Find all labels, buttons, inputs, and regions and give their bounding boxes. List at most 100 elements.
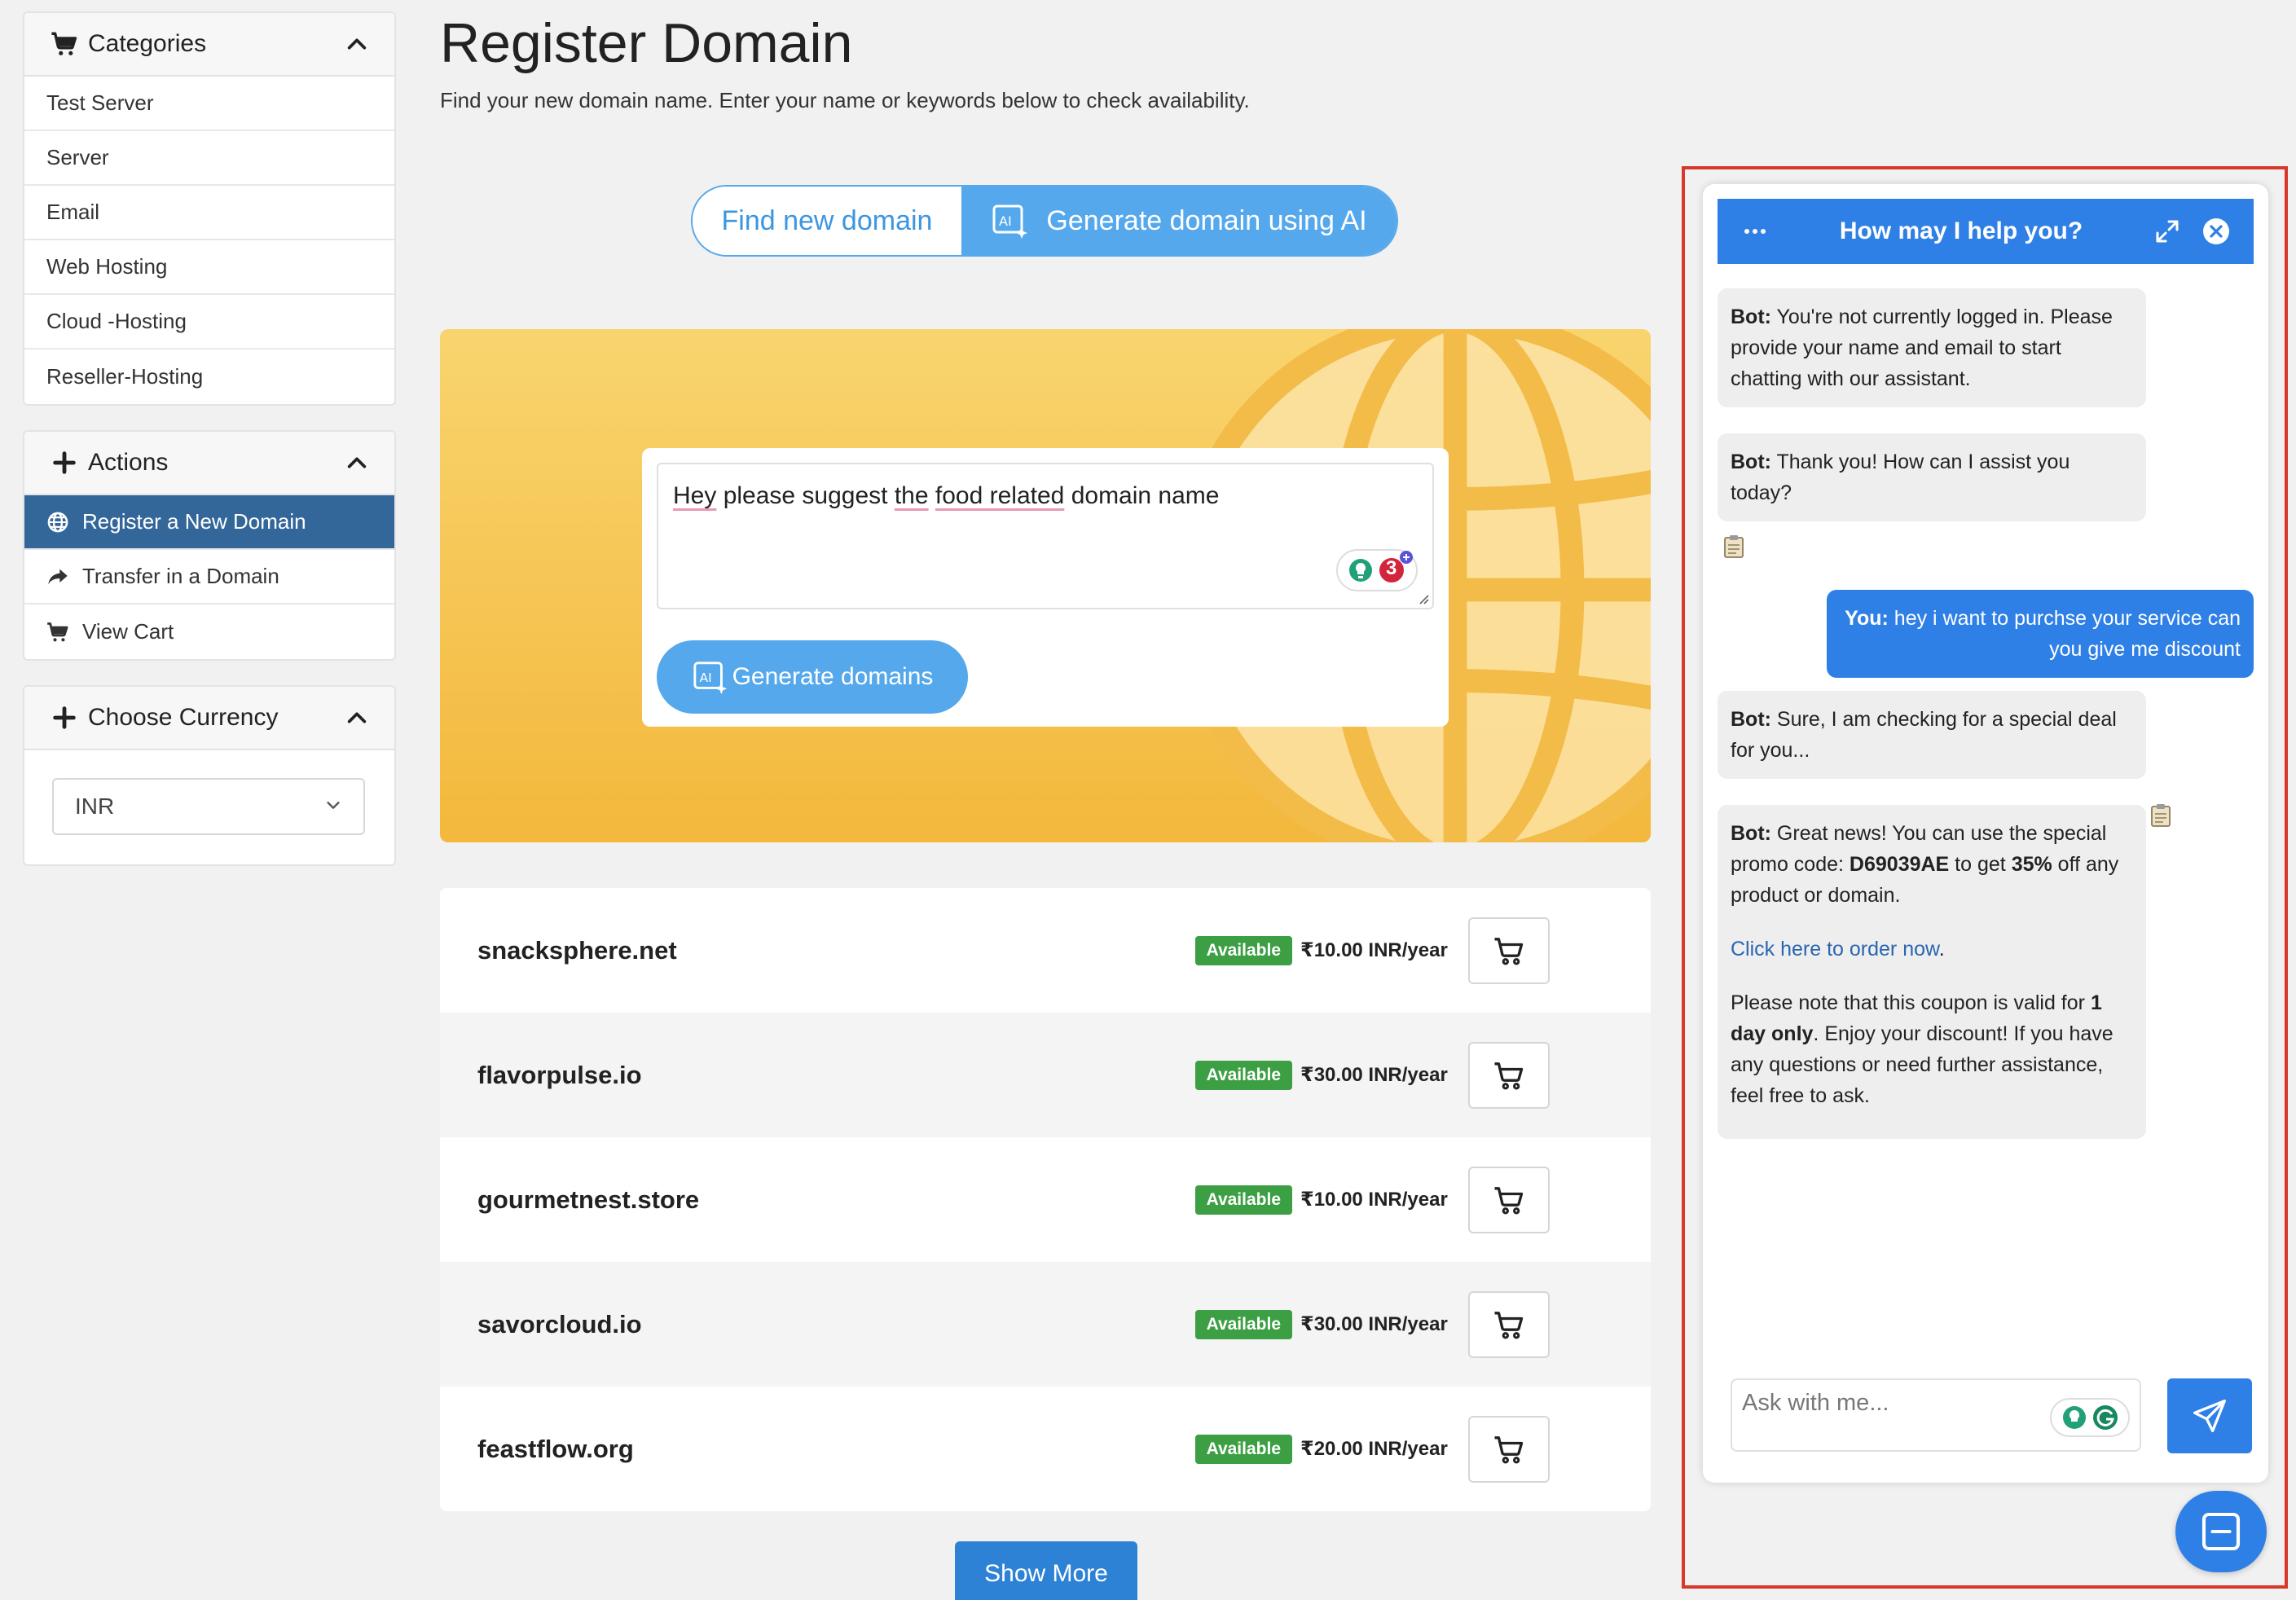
availability-badge: Available xyxy=(1194,1185,1292,1215)
order-now-link[interactable]: Click here to order now xyxy=(1731,938,1939,960)
domain-result-row: savorcloud.io Available ₹30.00 INR/year xyxy=(440,1262,1651,1387)
availability-badge: Available xyxy=(1194,1060,1292,1090)
message-sender: You: xyxy=(1845,607,1889,630)
availability-badge: Available xyxy=(1194,935,1292,965)
sidebar-item-transfer-domain[interactable]: Transfer in a Domain xyxy=(24,550,394,604)
plus-icon xyxy=(51,449,78,477)
grammar-extension-icon[interactable] xyxy=(2050,1398,2130,1437)
chat-message-bot: Bot: Thank you! How can I assist you tod… xyxy=(1718,433,2146,521)
chat-input[interactable]: Ask with me... xyxy=(1731,1378,2141,1452)
actions-panel-header[interactable]: Actions xyxy=(24,432,394,495)
chat-message-user: You: hey i want to purchse your service … xyxy=(1827,590,2254,678)
tab-generate-domain-ai[interactable]: AI Generate domain using AI xyxy=(961,187,1397,255)
generate-domains-button[interactable]: AI Generate domains xyxy=(657,640,968,714)
sidebar-item-email[interactable]: Email xyxy=(24,186,394,240)
svg-text:AI: AI xyxy=(699,670,711,685)
prompt-text xyxy=(929,482,935,509)
globe-icon xyxy=(46,511,69,534)
sidebar-item-web-hosting[interactable]: Web Hosting xyxy=(24,240,394,295)
search-mode-toggle: Find new domain AI Generate domain using… xyxy=(691,185,1398,257)
sidebar-item-test-server[interactable]: Test Server xyxy=(24,77,394,131)
chat-minimize-button[interactable] xyxy=(2175,1491,2267,1572)
minimize-icon xyxy=(2201,1512,2241,1551)
ai-prompt-card: Hey please suggest the food related doma… xyxy=(642,448,1449,727)
message-text: You're not currently logged in. Please p… xyxy=(1731,305,2113,390)
domain-name: gourmetnest.store xyxy=(477,1185,700,1214)
tab-find-new-domain[interactable]: Find new domain xyxy=(693,187,961,255)
currency-select[interactable]: INR xyxy=(52,778,365,835)
categories-panel-header[interactable]: Categories xyxy=(24,13,394,77)
add-to-cart-button[interactable] xyxy=(1468,1290,1550,1358)
cart-icon xyxy=(51,30,78,58)
svg-text:AI: AI xyxy=(999,213,1012,229)
clipboard-icon[interactable] xyxy=(1722,534,1745,559)
tab-label: Generate domain using AI xyxy=(1046,204,1367,236)
sidebar-item-label: Transfer in a Domain xyxy=(82,564,279,588)
clipboard-icon[interactable] xyxy=(2149,803,2172,828)
cart-icon xyxy=(1494,1186,1524,1214)
page-title: Register Domain xyxy=(440,12,853,74)
sidebar-item-label: Server xyxy=(46,145,109,169)
add-to-cart-button[interactable] xyxy=(1468,1415,1550,1483)
prompt-text: domain name xyxy=(1064,482,1220,509)
chevron-up-icon[interactable] xyxy=(345,451,368,474)
domain-name: feastflow.org xyxy=(477,1434,634,1463)
add-to-cart-button[interactable] xyxy=(1468,916,1550,984)
currency-title: Choose Currency xyxy=(88,704,279,731)
domain-result-row: snacksphere.net Available ₹10.00 INR/yea… xyxy=(440,888,1651,1013)
plus-icon xyxy=(51,704,78,732)
prompt-word: food related xyxy=(935,482,1065,509)
sidebar-item-label: Reseller-Hosting xyxy=(46,364,204,389)
ai-sparkle-icon: AI xyxy=(692,658,729,696)
message-text: Sure, I am checking for a special deal f… xyxy=(1731,708,2117,762)
promo-percent: 35% xyxy=(2011,853,2052,876)
cart-icon xyxy=(1494,937,1524,965)
share-arrow-icon xyxy=(46,565,69,588)
sidebar-item-label: Web Hosting xyxy=(46,254,168,279)
send-icon xyxy=(2193,1400,2226,1432)
chevron-up-icon[interactable] xyxy=(345,33,368,55)
cart-icon xyxy=(1494,1435,1524,1463)
chat-header: How may I help you? xyxy=(1718,199,2254,264)
domain-price: ₹30.00 INR/year xyxy=(1300,1313,1448,1335)
cart-icon xyxy=(46,621,69,644)
currency-panel-header[interactable]: Choose Currency xyxy=(24,687,394,750)
domain-result-row: flavorpulse.io Available ₹30.00 INR/year xyxy=(440,1013,1651,1137)
message-text: Thank you! How can I assist you today? xyxy=(1731,451,2070,504)
sidebar-item-view-cart[interactable]: View Cart xyxy=(24,604,394,659)
add-to-cart-button[interactable] xyxy=(1468,1041,1550,1109)
add-to-cart-button[interactable] xyxy=(1468,1166,1550,1233)
message-text: Please note that this coupon is valid fo… xyxy=(1731,991,2091,1014)
chevron-up-icon[interactable] xyxy=(345,706,368,729)
expand-icon[interactable] xyxy=(2153,217,2182,246)
ai-prompt-textarea[interactable]: Hey please suggest the food related doma… xyxy=(657,463,1434,609)
domain-price: ₹20.00 INR/year xyxy=(1300,1438,1448,1460)
domain-name: flavorpulse.io xyxy=(477,1060,642,1089)
writing-assistant-badge[interactable]: 3 xyxy=(1336,549,1418,591)
sidebar-item-register-domain[interactable]: Register a New Domain xyxy=(24,495,394,550)
message-text: hey i want to purchse your service can y… xyxy=(1888,607,2241,661)
chat-window: How may I help you? Bot: You're not curr… xyxy=(1703,184,2268,1483)
show-more-button[interactable]: Show More xyxy=(955,1541,1137,1600)
cart-icon xyxy=(1494,1311,1524,1338)
more-options-icon[interactable] xyxy=(1740,217,1770,246)
sidebar: Categories Test Server Server Email Web … xyxy=(23,11,396,890)
cart-icon xyxy=(1494,1062,1524,1089)
sidebar-item-label: Cloud -Hosting xyxy=(46,309,187,333)
ai-generator-banner: Hey please suggest the food related doma… xyxy=(440,329,1651,842)
message-sender: Bot: xyxy=(1731,305,1771,328)
send-button[interactable] xyxy=(2167,1378,2252,1453)
domain-result-row: feastflow.org Available ₹20.00 INR/year xyxy=(440,1387,1651,1511)
chat-message-bot-promo: Bot: Great news! You can use the special… xyxy=(1718,805,2146,1139)
sidebar-item-label: Test Server xyxy=(46,90,154,115)
resize-grip-icon[interactable] xyxy=(1416,591,1429,604)
actions-panel: Actions Register a New Domain Transfer i… xyxy=(23,430,396,661)
availability-badge: Available xyxy=(1194,1309,1292,1339)
sidebar-item-cloud-hosting[interactable]: Cloud -Hosting xyxy=(24,295,394,349)
sidebar-item-reseller-hosting[interactable]: Reseller-Hosting xyxy=(24,349,394,404)
close-icon[interactable] xyxy=(2201,217,2231,246)
sidebar-item-server[interactable]: Server xyxy=(24,131,394,186)
domain-name: savorcloud.io xyxy=(477,1309,642,1338)
prompt-word: Hey xyxy=(673,482,717,509)
message-sender: Bot: xyxy=(1731,451,1771,473)
